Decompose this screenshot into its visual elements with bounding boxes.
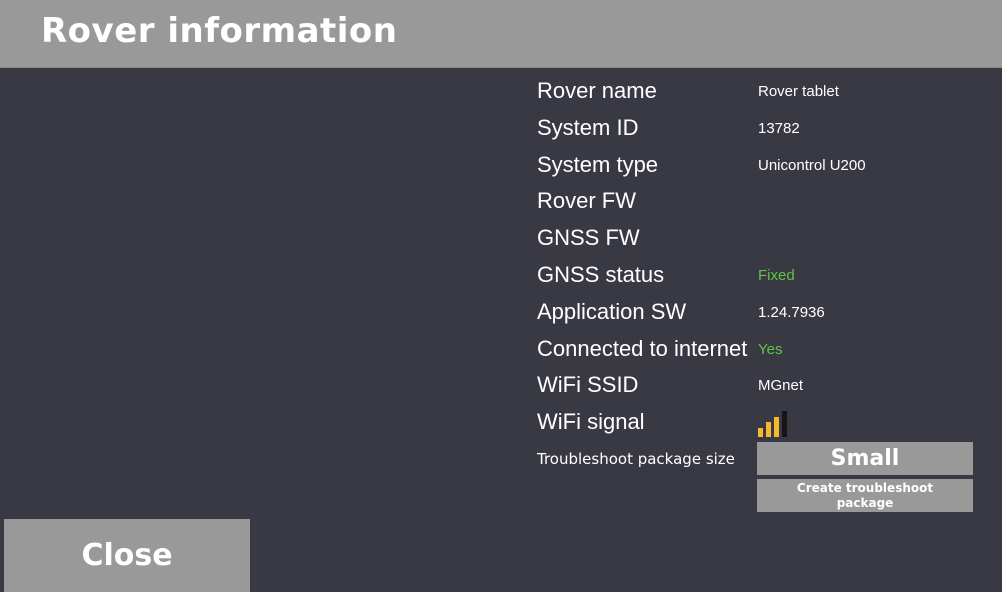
info-label: Connected to internet: [537, 335, 748, 361]
signal-bar: [758, 428, 763, 438]
close-button[interactable]: Close: [4, 519, 250, 592]
info-row-rover-name: Rover name Rover tablet: [537, 74, 977, 111]
info-label: GNSS status: [537, 261, 665, 287]
info-value: 13782: [758, 119, 800, 137]
info-row-rover-fw: Rover FW: [537, 184, 977, 221]
signal-bar: [774, 417, 779, 438]
info-label: Rover name: [537, 78, 657, 103]
info-label: WiFi signal: [537, 409, 645, 435]
info-value: 1.24.7936: [758, 303, 825, 321]
wifi-signal-icon: [758, 411, 787, 438]
create-troubleshoot-package-button[interactable]: Create troubleshoot package: [757, 479, 973, 512]
info-row-wifi-signal: WiFi signal: [537, 405, 977, 442]
gnss-status-value: Fixed: [758, 266, 795, 284]
info-value: Unicontrol U200: [758, 156, 866, 174]
info-row-system-type: System type Unicontrol U200: [537, 148, 977, 185]
rover-info-list: Rover name Rover tablet System ID 13782 …: [537, 74, 977, 442]
info-row-connected-to-internet: Connected to internet Yes: [537, 332, 977, 369]
info-label: System ID: [537, 114, 639, 140]
info-row-wifi-ssid: WiFi SSID MGnet: [537, 368, 977, 405]
package-size-button[interactable]: Small: [757, 442, 973, 475]
signal-bar: [766, 422, 771, 438]
info-row-system-id: System ID 13782: [537, 111, 977, 148]
page-title: Rover information: [41, 11, 398, 51]
signal-bar: [782, 411, 787, 438]
info-label: WiFi SSID: [537, 372, 639, 398]
info-label: Rover FW: [537, 188, 636, 214]
info-label: System type: [537, 151, 659, 177]
rover-information-screen: Rover information Rover name Rover table…: [0, 0, 1002, 592]
info-value: MGnet: [758, 377, 804, 395]
info-value: Rover tablet: [758, 83, 839, 100]
info-row-application-sw: Application SW 1.24.7936: [537, 295, 977, 332]
header-bar: Rover information: [0, 0, 1002, 68]
info-label: Application SW: [537, 298, 687, 324]
info-row-gnss-status: GNSS status Fixed: [537, 258, 977, 295]
info-label: GNSS FW: [537, 225, 640, 251]
internet-status-value: Yes: [758, 340, 783, 358]
info-row-gnss-fw: GNSS FW: [537, 221, 977, 258]
troubleshoot-package-size-label: Troubleshoot package size: [537, 450, 735, 468]
